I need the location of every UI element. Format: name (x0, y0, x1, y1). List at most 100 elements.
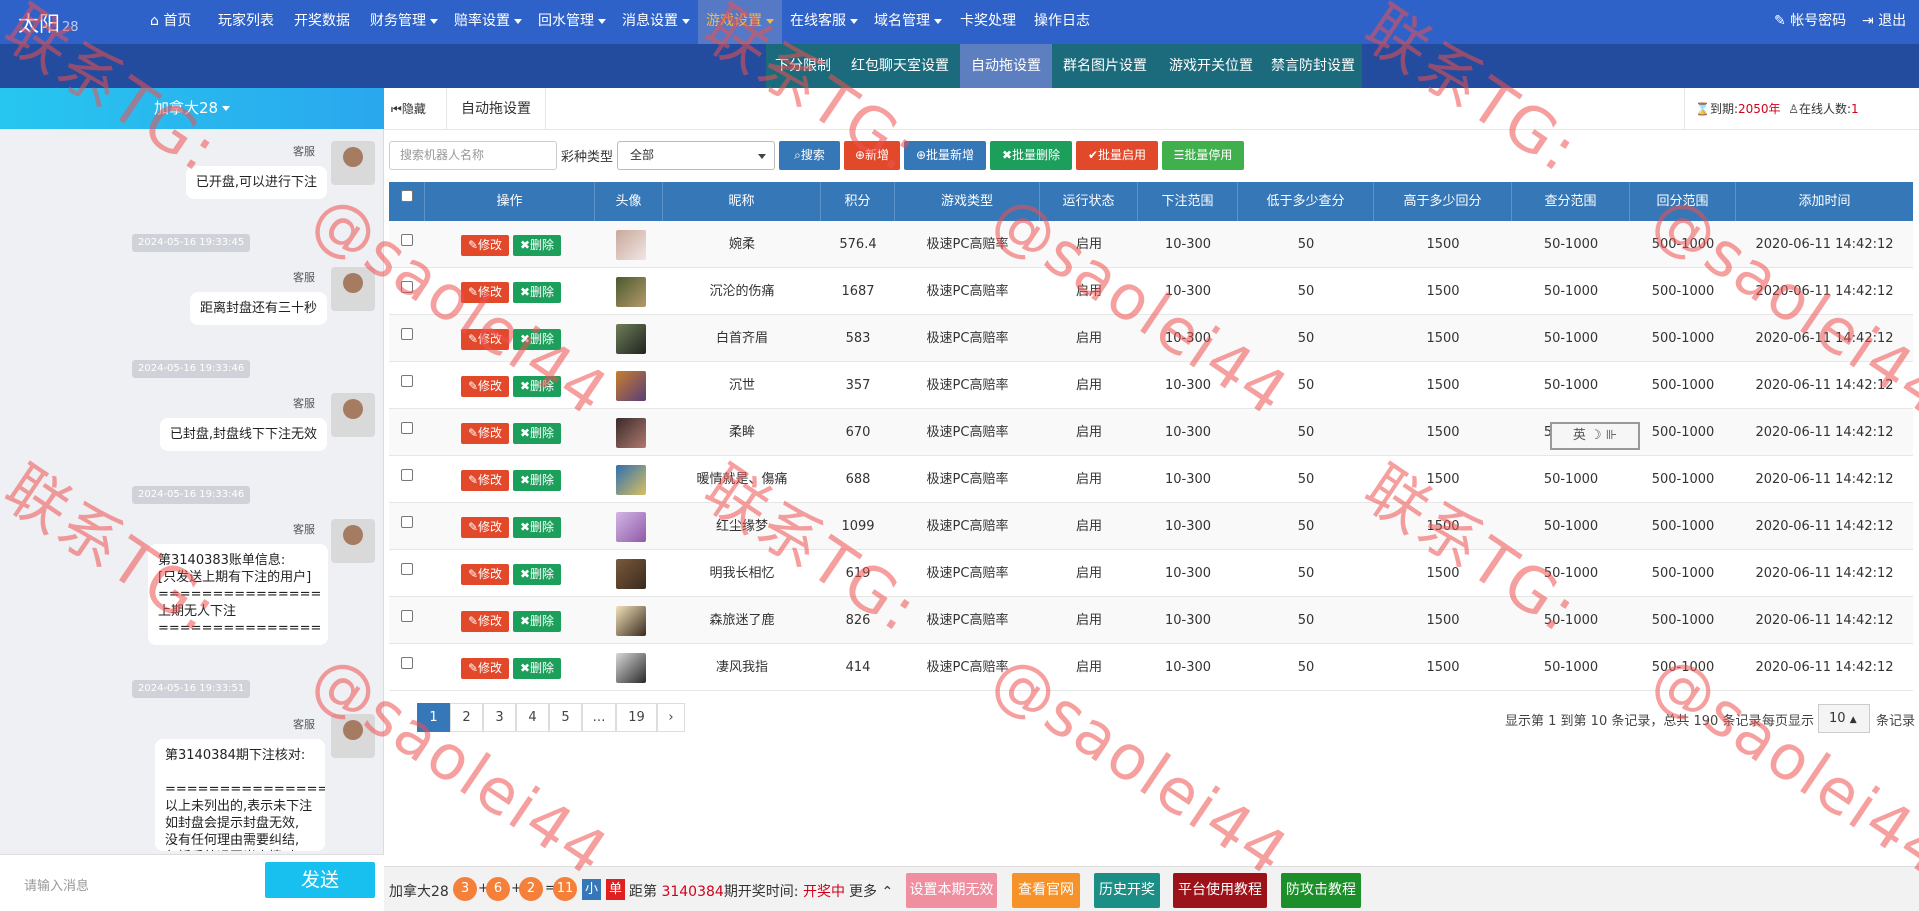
edit-button[interactable]: ✎修改 (461, 423, 509, 444)
hide-sidebar-button[interactable]: ⏮隐藏 (391, 100, 426, 117)
close-icon: ✖ (519, 614, 531, 628)
chevron-down-icon (758, 154, 766, 159)
nav-oplog[interactable]: 操作日志 (1034, 0, 1090, 44)
cell-score: 1099 (841, 519, 875, 534)
page-button[interactable]: 2 (450, 703, 483, 732)
row-checkbox[interactable] (401, 422, 413, 434)
select-all-checkbox[interactable] (401, 190, 413, 202)
avatar (616, 371, 646, 401)
nav-players[interactable]: 玩家列表 (218, 0, 274, 44)
cell-range: 10-300 (1164, 284, 1212, 299)
cell-type: 极速PC高赔率 (926, 331, 1009, 346)
cell-below: 50 (1297, 613, 1315, 628)
batch-delete-button[interactable]: ✖批量删除 (990, 141, 1072, 170)
column-header: 游戏类型 (895, 182, 1040, 221)
edit-button[interactable]: ✎修改 (461, 470, 509, 491)
row-checkbox[interactable] (401, 375, 413, 387)
row-checkbox[interactable] (401, 563, 413, 575)
tutorial-button[interactable]: 平台使用教程 (1173, 873, 1267, 908)
sender-name: 客服 (293, 271, 315, 284)
row-checkbox[interactable] (401, 469, 413, 481)
cell-type: 极速PC高赔率 (926, 284, 1009, 299)
edit-button[interactable]: ✎修改 (461, 329, 509, 350)
nav-odds[interactable]: 赔率设置 (454, 0, 522, 44)
batch-disable-button[interactable]: ☰批量停用 (1162, 141, 1244, 170)
edit-button[interactable]: ✎修改 (461, 564, 509, 585)
delete-button[interactable]: ✖删除 (513, 282, 561, 303)
nav-home[interactable]: ⌂ 首页 (150, 0, 191, 44)
edit-button[interactable]: ✎修改 (461, 517, 509, 538)
delete-button[interactable]: ✖删除 (513, 329, 561, 350)
tab-mute-settings[interactable]: 禁言防封设置 (1264, 44, 1362, 88)
add-button[interactable]: ⊕新增 (844, 141, 900, 170)
delete-button[interactable]: ✖删除 (513, 564, 561, 585)
anti-attack-button[interactable]: 防攻击教程 (1281, 873, 1361, 908)
page-button[interactable]: 5 (549, 703, 582, 732)
cell-status: 启用 (1075, 566, 1102, 581)
tab-redpacket-chat[interactable]: 红包聊天室设置 (840, 44, 960, 88)
nav-finance[interactable]: 财务管理 (370, 0, 438, 44)
row-checkbox[interactable] (401, 234, 413, 246)
tab-score-limit[interactable]: 下分限制 (766, 44, 840, 88)
edit-button[interactable]: ✎修改 (461, 658, 509, 679)
page-button[interactable]: … (582, 703, 616, 732)
row-checkbox[interactable] (401, 328, 413, 340)
page-button[interactable]: 4 (516, 703, 549, 732)
nav-domain[interactable]: 域名管理 (874, 0, 942, 44)
nav-rebate[interactable]: 回水管理 (538, 0, 606, 44)
edit-button[interactable]: ✎修改 (461, 282, 509, 303)
page-button[interactable]: 1 (417, 703, 450, 732)
more-button[interactable]: 更多 ⌃ (849, 881, 893, 901)
nav-logout[interactable]: ⇥ 退出 (1862, 0, 1906, 44)
tab-current-page[interactable]: 自动拖设置 (446, 88, 546, 130)
row-checkbox[interactable] (401, 516, 413, 528)
edit-button[interactable]: ✎修改 (461, 376, 509, 397)
send-button[interactable]: 发送 (265, 862, 375, 898)
edit-button[interactable]: ✎修改 (461, 611, 509, 632)
batch-add-button[interactable]: ⊕批量新增 (904, 141, 986, 170)
invalidate-period-button[interactable]: 设置本期无效 (906, 873, 997, 908)
page-button[interactable]: 3 (483, 703, 516, 732)
next-page-button[interactable]: › (657, 703, 685, 732)
nav-message[interactable]: 消息设置 (622, 0, 690, 44)
chat-panel: 加拿大28 客服 已开盘,可以进行下注 2024-05-16 19:33:45 … (0, 88, 384, 911)
chat-room-selector[interactable]: 加拿大28 (0, 88, 384, 129)
tab-game-switch[interactable]: 游戏开关位置 (1158, 44, 1264, 88)
delete-button[interactable]: ✖删除 (513, 423, 561, 444)
delete-button[interactable]: ✖删除 (513, 611, 561, 632)
delete-button[interactable]: ✖删除 (513, 517, 561, 538)
search-button[interactable]: ⌕搜索 (779, 141, 840, 170)
cell-below: 50 (1297, 566, 1315, 581)
caret-down-icon (934, 18, 942, 24)
delete-button[interactable]: ✖删除 (513, 470, 561, 491)
delete-button[interactable]: ✖删除 (513, 235, 561, 256)
draw-history-button[interactable]: 历史开奖 (1094, 873, 1160, 908)
lottery-type-select[interactable]: 全部 (617, 141, 775, 170)
cell-status: 启用 (1075, 472, 1102, 487)
tab-group-image[interactable]: 群名图片设置 (1052, 44, 1158, 88)
search-input[interactable]: 搜索机器人名称 (389, 141, 557, 170)
official-site-button[interactable]: 查看官网 (1012, 873, 1080, 908)
tab-auto-bot[interactable]: 自动拖设置 (960, 44, 1052, 88)
batch-enable-button[interactable]: ✔批量启用 (1076, 141, 1158, 170)
row-checkbox[interactable] (401, 610, 413, 622)
cell-score: 688 (845, 472, 871, 487)
delete-button[interactable]: ✖删除 (513, 658, 561, 679)
nav-card[interactable]: 卡奖处理 (960, 0, 1016, 44)
cell-type: 极速PC高赔率 (926, 378, 1009, 393)
cell-range: 10-300 (1164, 378, 1212, 393)
row-checkbox[interactable] (401, 281, 413, 293)
per-page-select[interactable]: 10 ▲ (1818, 704, 1870, 733)
sender-name: 客服 (293, 145, 315, 158)
nav-service[interactable]: 在线客服 (790, 0, 858, 44)
nav-game-settings[interactable]: 游戏设置 (698, 0, 782, 44)
delete-button[interactable]: ✖删除 (513, 376, 561, 397)
page-button[interactable]: 19 (616, 703, 657, 732)
avatar (331, 393, 375, 437)
brand-logo[interactable]: 太阳 28 (18, 8, 79, 38)
timestamp: 2024-05-16 19:33:51 (132, 680, 251, 698)
nav-draw-data[interactable]: 开奖数据 (294, 0, 350, 44)
nav-account[interactable]: ✎ 帐号密码 (1774, 0, 1846, 44)
edit-button[interactable]: ✎修改 (461, 235, 509, 256)
row-checkbox[interactable] (401, 657, 413, 669)
